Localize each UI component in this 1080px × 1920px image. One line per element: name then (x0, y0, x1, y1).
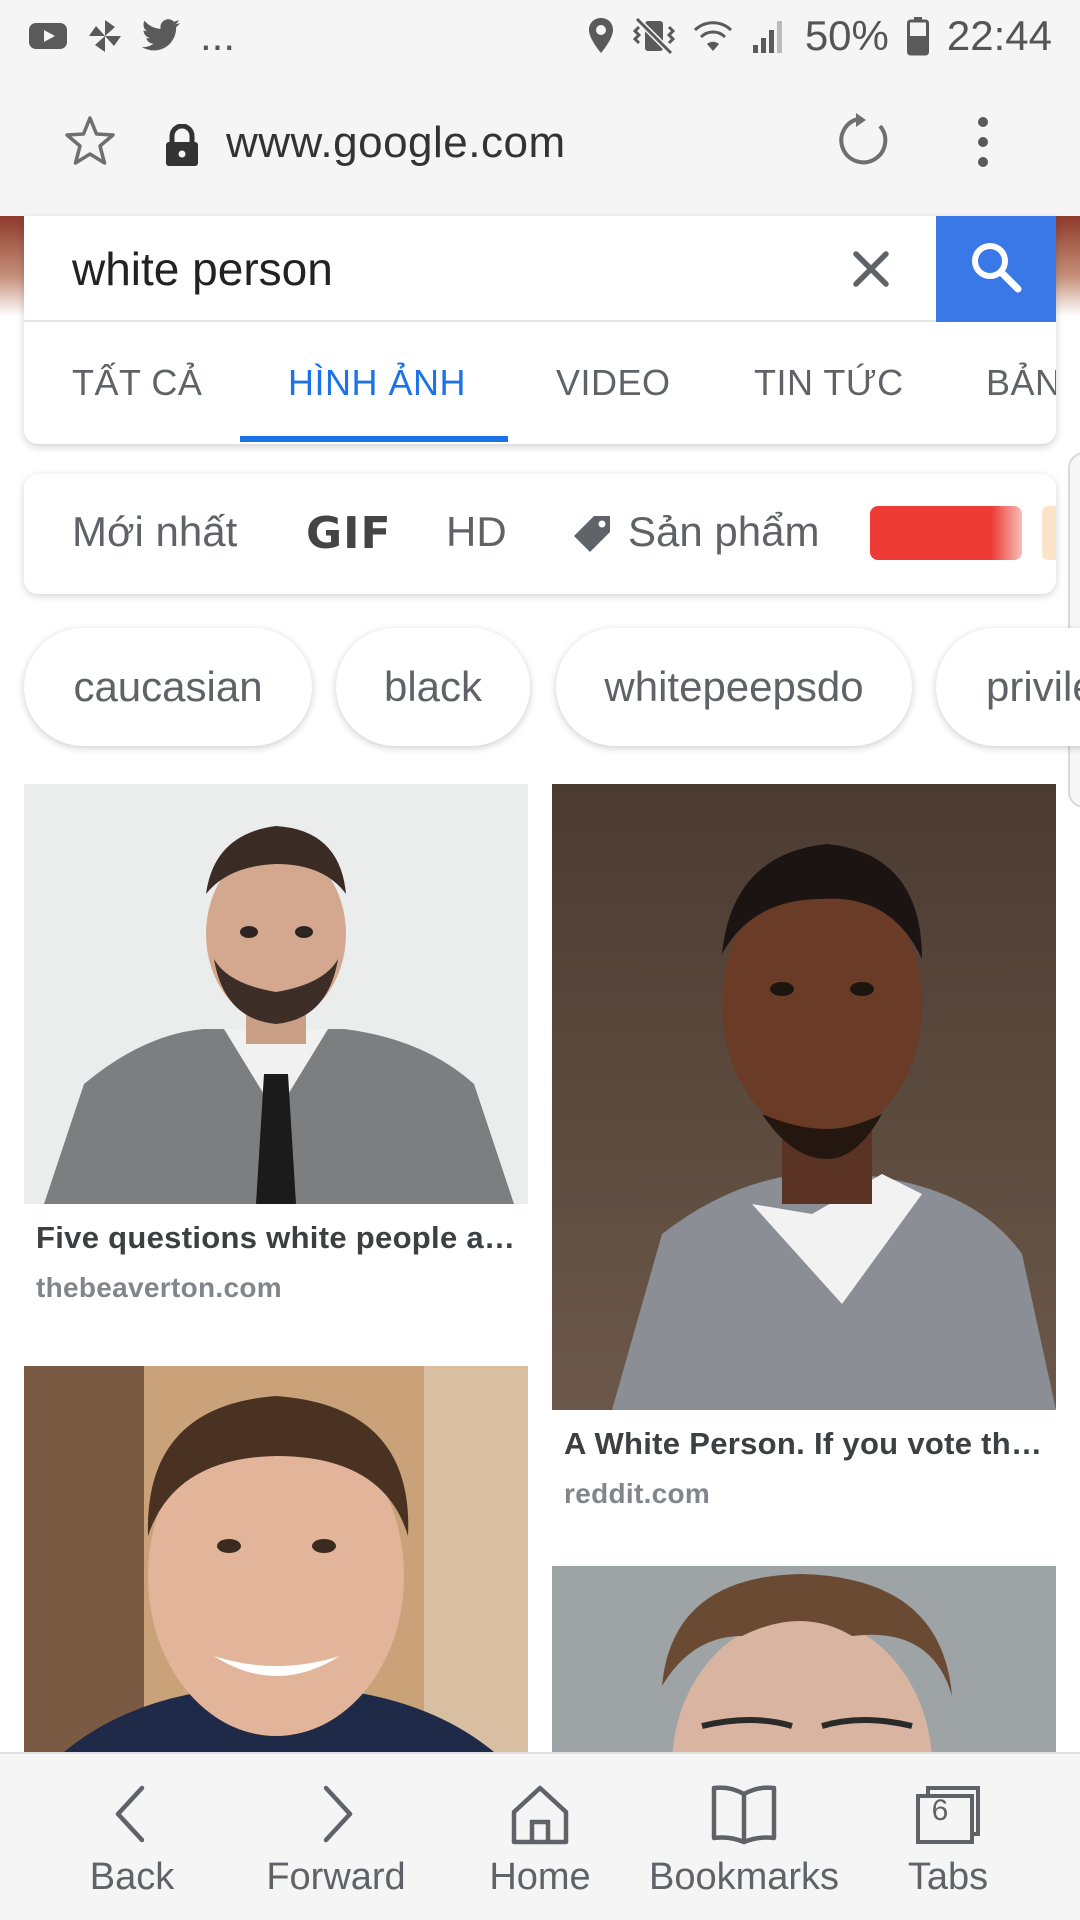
result-image[interactable] (24, 1366, 528, 1752)
image-result[interactable] (24, 1366, 528, 1752)
search-input[interactable] (72, 240, 812, 298)
filter-newest[interactable]: Mới nhất (72, 508, 237, 556)
image-result[interactable] (552, 1566, 1056, 1752)
image-result[interactable]: Five questions white people a… thebeaver… (24, 784, 528, 1314)
tag-icon (572, 514, 612, 554)
related-chip[interactable]: whitepeepsdo (556, 628, 912, 746)
more-vert-icon[interactable] (968, 112, 998, 172)
related-chip[interactable]: caucasian (24, 628, 312, 746)
color-filter-orange[interactable] (1042, 506, 1056, 560)
result-image[interactable] (552, 1566, 1056, 1752)
tab-all[interactable]: TẤT CẢ (72, 362, 202, 404)
lock-icon (164, 123, 200, 168)
status-left: ... (28, 12, 235, 60)
twitter-icon (142, 19, 182, 53)
battery-percent: 50% (804, 12, 889, 59)
related-chip[interactable]: black (336, 628, 530, 746)
related-chip[interactable]: privile (936, 628, 1080, 746)
bookmarks-button[interactable]: Bookmarks (644, 1754, 844, 1920)
chevron-left-icon (96, 1782, 168, 1846)
book-icon (708, 1782, 780, 1846)
filter-card: Mới nhất GIF HD Sản phẩm (24, 474, 1056, 594)
close-icon[interactable] (846, 244, 896, 294)
bottom-navigation: Back Forward Home Bookmarks 6 Tabs (0, 1752, 1080, 1920)
result-domain: reddit.com (564, 1478, 711, 1509)
search-icon (968, 239, 1024, 300)
result-domain: thebeaverton.com (36, 1272, 282, 1303)
search-button[interactable] (936, 216, 1056, 322)
battery-icon (906, 16, 929, 56)
tab-count: 6 (931, 1794, 949, 1827)
home-icon (504, 1782, 576, 1846)
home-button[interactable]: Home (440, 1754, 640, 1920)
home-label: Home (489, 1856, 591, 1898)
url-field[interactable]: www.google.com (226, 118, 566, 168)
active-tab-indicator (240, 436, 508, 442)
reload-icon[interactable] (836, 112, 892, 168)
clock: 22:44 (946, 12, 1052, 59)
youtube-icon (28, 21, 68, 51)
search-tabs: TẤT CẢ HÌNH ẢNH VIDEO TIN TỨC BẢN (24, 322, 1056, 444)
chevron-right-icon (300, 1782, 372, 1846)
browser-screen: ... 50% 22:44 www.google.com white perso… (0, 0, 1080, 1920)
result-image[interactable] (552, 784, 1056, 1410)
filter-products[interactable]: Sản phẩm (628, 508, 819, 556)
tab-video[interactable]: VIDEO (556, 362, 671, 404)
url-bar: www.google.com (0, 72, 1080, 216)
filter-gif[interactable]: GIF (306, 508, 392, 559)
forward-button[interactable]: Forward (236, 1754, 436, 1920)
back-button[interactable]: Back (32, 1754, 232, 1920)
location-icon (587, 17, 615, 55)
vibrate-icon (632, 17, 675, 55)
tab-news[interactable]: TIN TỨC (754, 362, 904, 404)
status-overflow: ... (200, 12, 236, 59)
status-bar: ... 50% 22:44 (0, 0, 1080, 72)
tabs-button[interactable]: 6 Tabs (848, 1754, 1048, 1920)
status-right: 50% 22:44 (587, 12, 1052, 60)
color-filter-red[interactable] (870, 506, 1022, 560)
tab-images[interactable]: HÌNH ẢNH (288, 362, 466, 404)
result-image[interactable] (24, 784, 528, 1204)
result-title[interactable]: Five questions white people a… (36, 1220, 515, 1256)
result-title[interactable]: A White Person. If you vote th… (564, 1426, 1042, 1462)
forward-label: Forward (266, 1856, 406, 1898)
tabs-label: Tabs (907, 1856, 989, 1898)
wifi-icon (693, 17, 733, 55)
signal-icon (751, 17, 787, 55)
pinwheel-icon (86, 17, 124, 55)
bookmarks-label: Bookmarks (648, 1856, 840, 1898)
search-card: TẤT CẢ HÌNH ẢNH VIDEO TIN TỨC BẢN (24, 216, 1056, 444)
search-row (24, 216, 1056, 322)
filter-hd[interactable]: HD (446, 508, 507, 556)
back-label: Back (89, 1856, 175, 1898)
tab-maps[interactable]: BẢN (986, 362, 1056, 404)
star-icon[interactable] (62, 114, 118, 170)
image-result[interactable]: A White Person. If you vote th… reddit.c… (552, 784, 1056, 1509)
